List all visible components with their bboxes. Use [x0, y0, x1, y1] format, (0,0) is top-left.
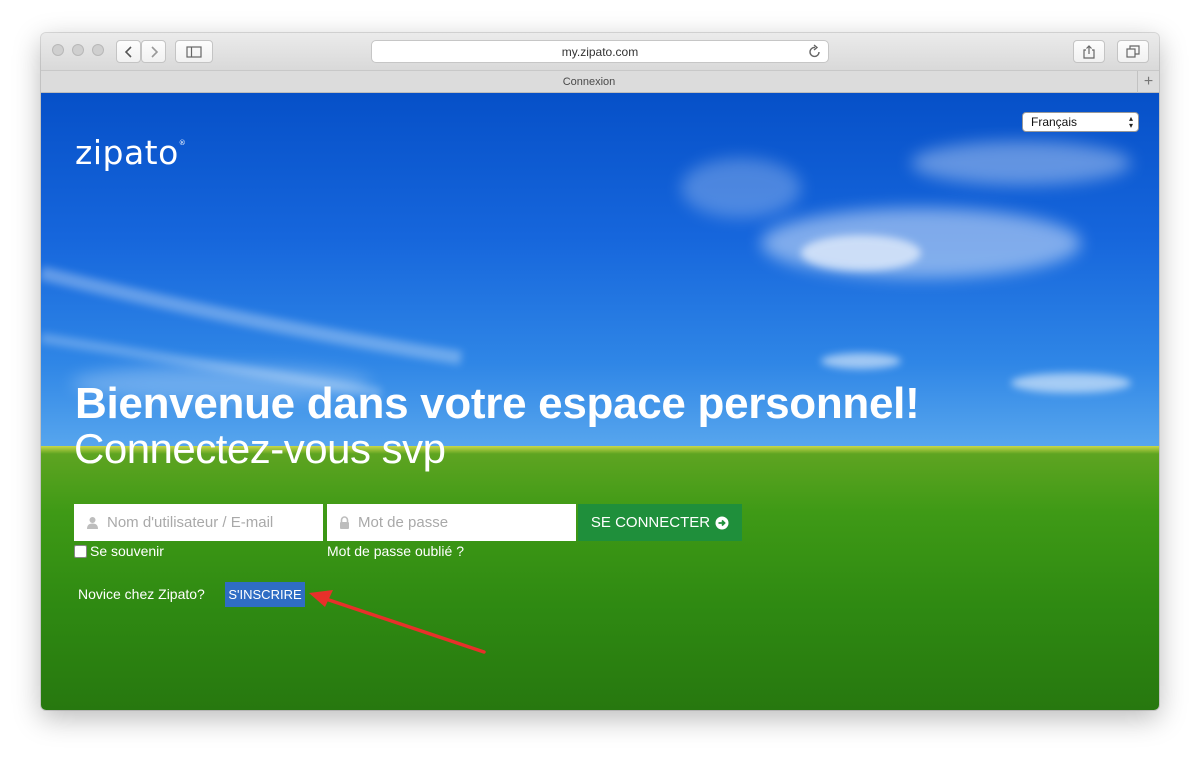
page-content: zipato® Français ▴ ▾ Bienvenue dans votre… [41, 93, 1159, 710]
user-icon [87, 517, 98, 529]
remember-me-checkbox[interactable] [74, 544, 87, 558]
sidebar-toggle-button[interactable] [175, 40, 213, 63]
password-placeholder: Mot de passe [358, 514, 449, 531]
signup-button[interactable]: S'INSCRIRE [225, 582, 305, 607]
select-arrows-icon: ▴ ▾ [1128, 114, 1133, 130]
close-window-button[interactable] [52, 44, 64, 56]
url-text: my.zipato.com [561, 44, 639, 59]
address-bar[interactable]: my.zipato.com [371, 40, 829, 63]
arrow-circle-right-icon [715, 516, 729, 529]
reload-icon[interactable] [808, 44, 822, 59]
password-input[interactable]: Mot de passe [327, 504, 576, 541]
remember-me[interactable]: Se souvenir [74, 543, 164, 559]
new-tab-button[interactable]: + [1137, 71, 1159, 93]
back-button[interactable] [116, 40, 141, 63]
tabs-overview-button[interactable] [1117, 40, 1149, 63]
forgot-password-link[interactable]: Mot de passe oublié ? [327, 543, 464, 559]
share-button[interactable] [1073, 40, 1105, 63]
sidebar-icon [186, 45, 202, 58]
login-subheadline: Connectez-vous svp [74, 425, 446, 472]
back-arrow-icon [124, 45, 132, 58]
remember-me-label: Se souvenir [90, 543, 164, 559]
zoom-window-button[interactable] [92, 44, 104, 56]
forward-arrow-icon [150, 45, 158, 58]
minimize-window-button[interactable] [72, 44, 84, 56]
zipato-logo[interactable]: zipato® [75, 133, 186, 172]
welcome-headline: Bienvenue dans votre espace personnel! [75, 379, 920, 428]
tabs-icon [1126, 45, 1140, 58]
tab-connexion[interactable]: Connexion [41, 71, 1137, 93]
username-placeholder: Nom d'utilisateur / E-mail [107, 514, 274, 531]
lock-icon [340, 516, 349, 529]
browser-window: my.zipato.com Connexion + zipato® França… [41, 33, 1159, 710]
username-input[interactable]: Nom d'utilisateur / E-mail [74, 504, 323, 541]
forward-button[interactable] [141, 40, 166, 63]
login-button[interactable]: SE CONNECTER [578, 504, 742, 541]
language-value: Français [1031, 115, 1078, 129]
tab-bar: Connexion + [41, 70, 1159, 93]
logo-mark: ® [178, 139, 187, 147]
logo-text: zipato [75, 133, 179, 172]
login-button-label: SE CONNECTER [590, 514, 711, 531]
language-select[interactable]: Français ▴ ▾ [1022, 112, 1139, 132]
browser-toolbar: my.zipato.com [41, 33, 1159, 70]
grass-field-background [41, 446, 1159, 710]
share-icon [1083, 44, 1095, 59]
novice-text: Novice chez Zipato? [78, 586, 205, 602]
